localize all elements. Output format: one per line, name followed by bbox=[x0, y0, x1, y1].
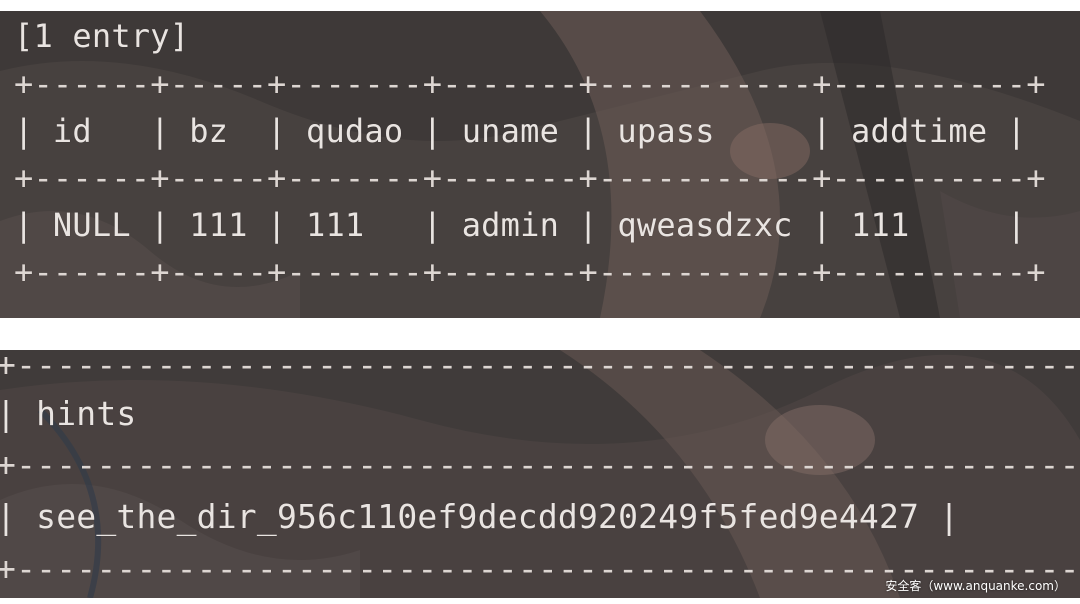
table-border-middle: +------+-----+-------+-------+----------… bbox=[14, 159, 1046, 197]
table-header-row: | id | bz | qudao | uname | upass | addt… bbox=[14, 112, 1027, 150]
query-result-panel: [1 entry] +------+-----+-------+-------+… bbox=[0, 11, 1080, 318]
hints-border-middle: +---------------------------------------… bbox=[0, 445, 1080, 484]
table-border-top: +------+-----+-------+-------+----------… bbox=[14, 65, 1046, 103]
hints-header-row: | hints | bbox=[0, 394, 1080, 433]
hints-value-row: | see_the_dir_956c110ef9decdd920249f5fed… bbox=[0, 497, 960, 536]
table-row: | NULL | 111 | 111 | admin | qweasdzxc |… bbox=[14, 206, 1027, 244]
hints-result-panel: +---------------------------------------… bbox=[0, 350, 1080, 598]
hints-border-top: +---------------------------------------… bbox=[0, 350, 1080, 384]
table-border-bottom: +------+-----+-------+-------+----------… bbox=[14, 253, 1046, 291]
site-watermark: 安全客（www.anquanke.com） bbox=[885, 579, 1066, 593]
entry-count-text: [1 entry] bbox=[14, 17, 190, 55]
